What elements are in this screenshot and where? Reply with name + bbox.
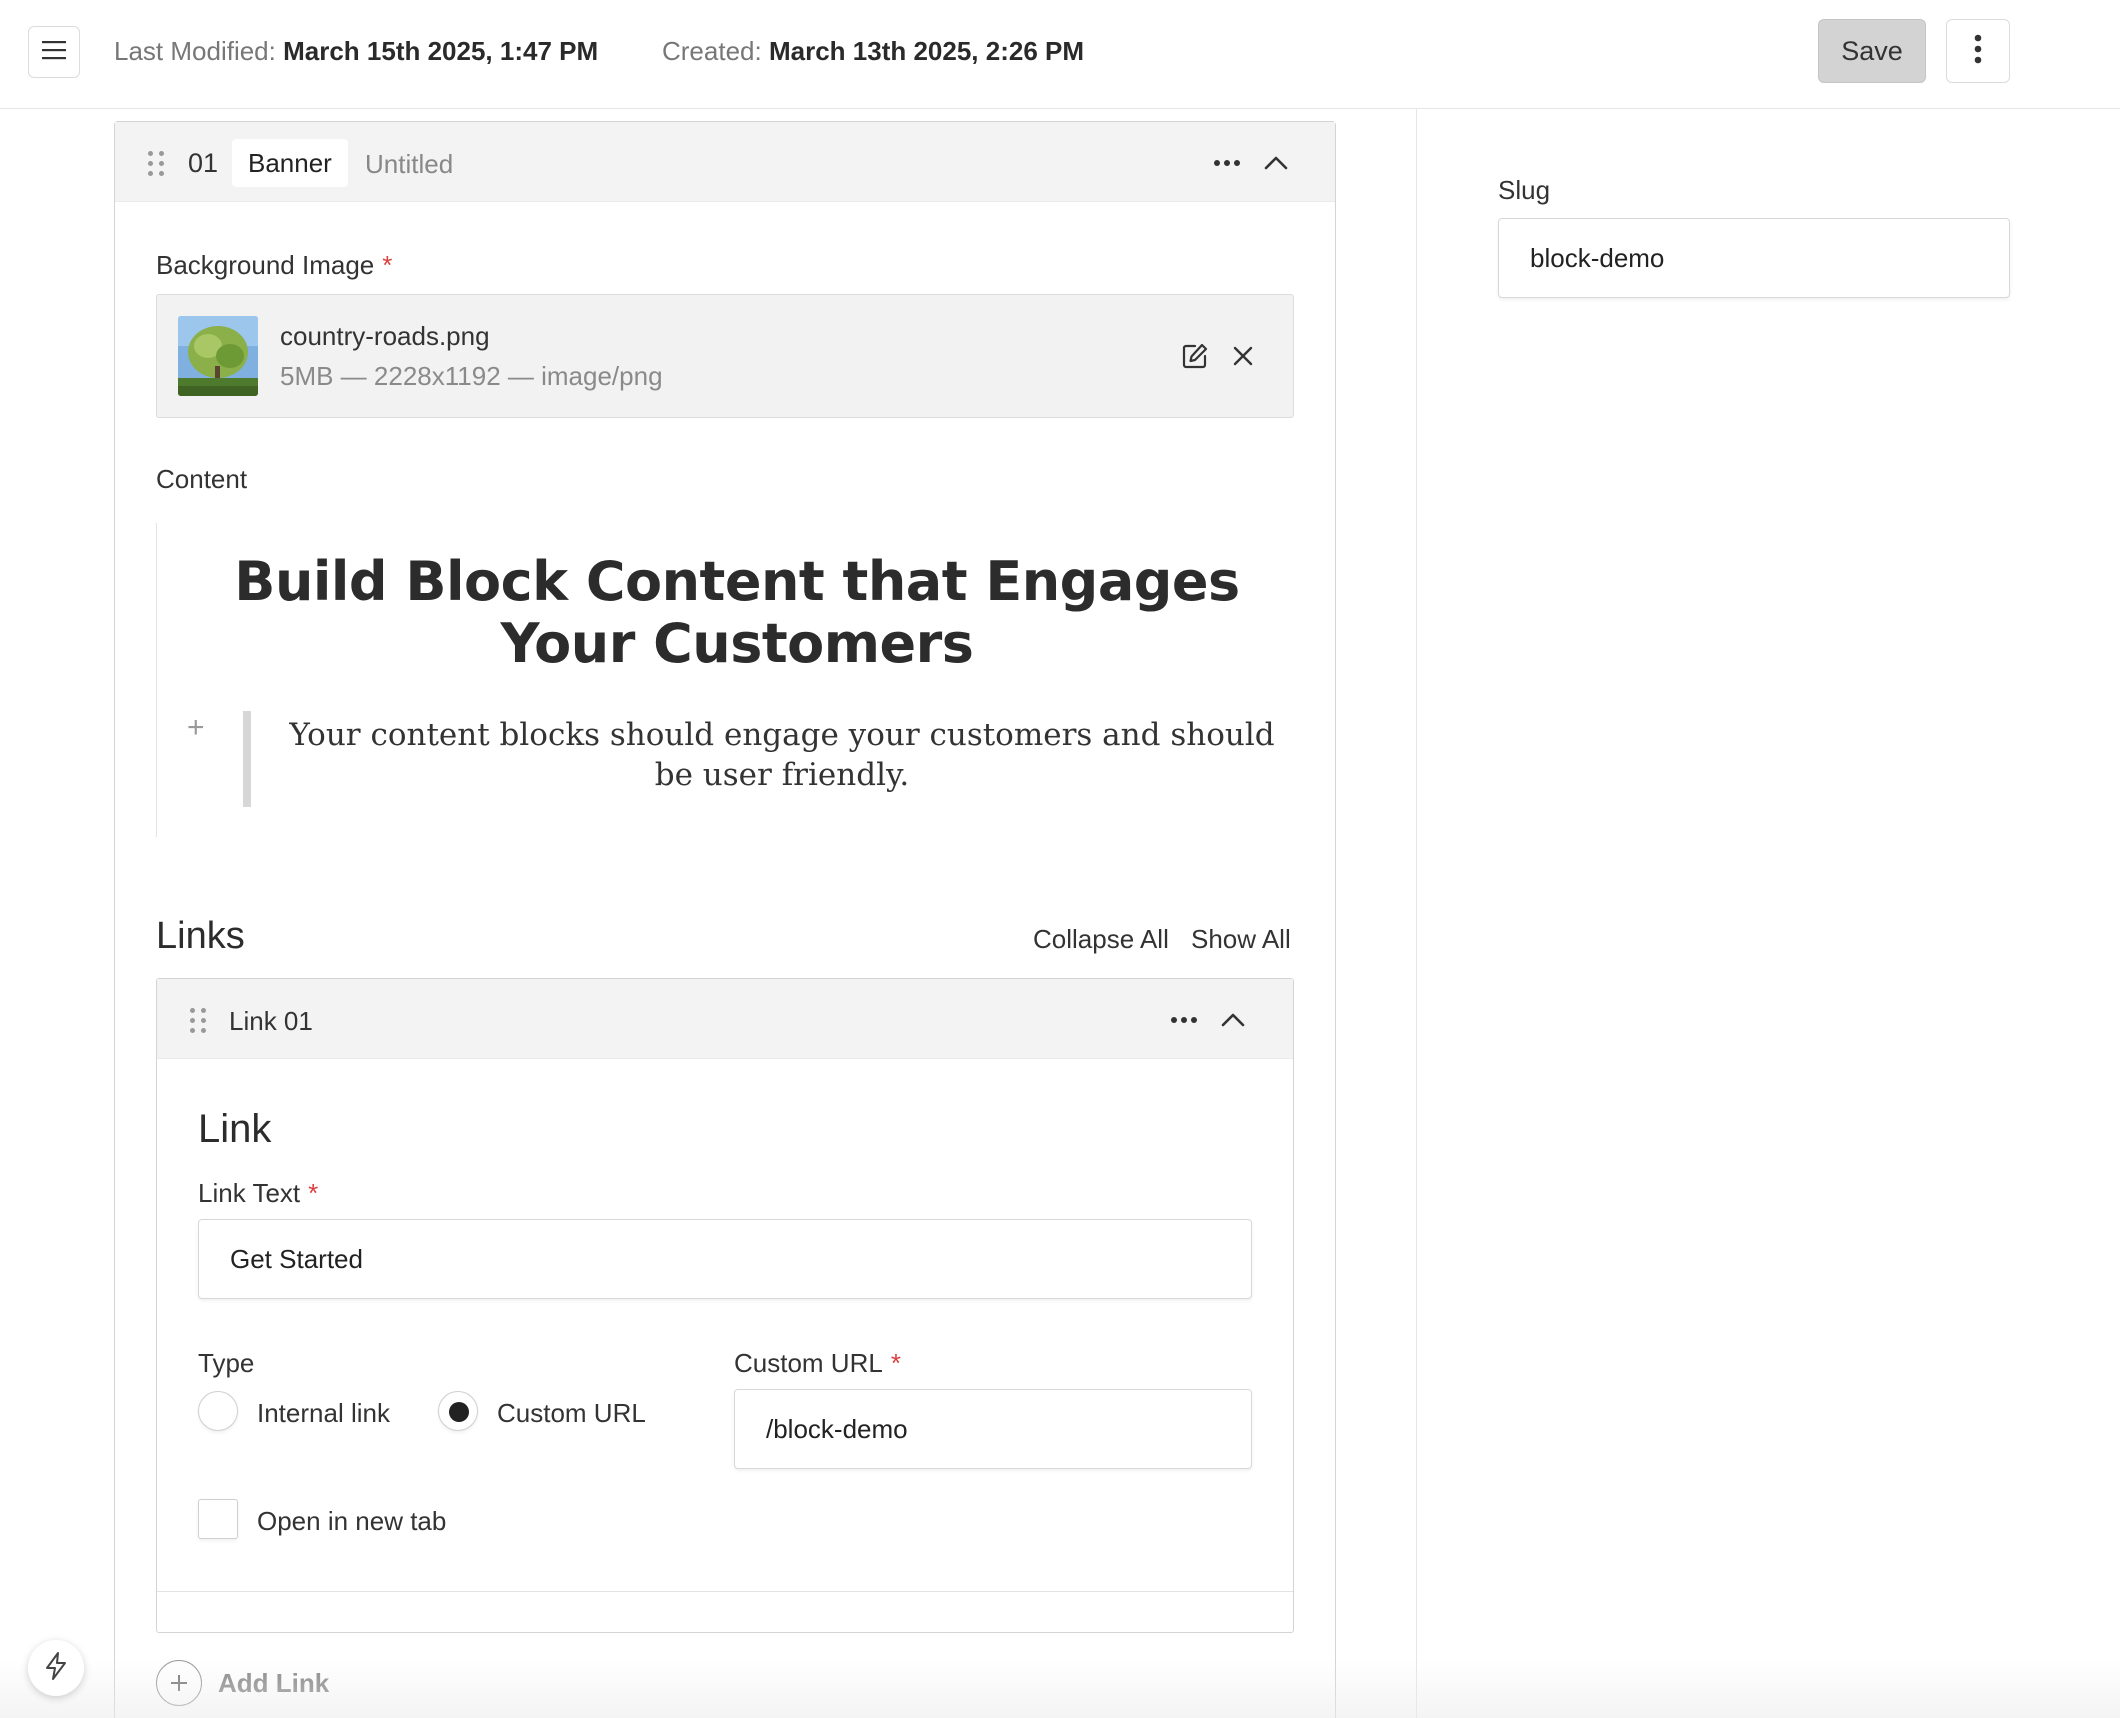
lightning-icon [44,1651,68,1686]
image-thumbnail[interactable] [178,316,258,396]
block-title: Untitled [365,149,454,179]
link-text-label: Link Text * [198,1178,319,1208]
save-button[interactable]: Save [1818,19,1926,83]
link-item-header[interactable]: Link 01 [157,979,1293,1059]
blockquote-bar [243,711,251,807]
radio-internal-link[interactable] [198,1391,238,1431]
file-name: country-roads.png [280,321,490,351]
content-heading[interactable]: Build Block Content that Engages Your Cu… [187,551,1287,675]
drag-handle-icon[interactable] [190,1008,206,1033]
card-divider [157,1591,1293,1592]
block-type-badge: Banner [232,139,348,187]
banner-block: 01 Banner Untitled Background Image * co… [114,121,1336,1718]
edit-icon[interactable] [1179,340,1211,372]
radio-custom-url[interactable] [438,1391,478,1431]
required-mark: * [890,1348,901,1378]
vertical-dots-icon [1974,34,1982,69]
open-new-tab-label[interactable]: Open in new tab [257,1506,446,1537]
file-meta: 5MB — 2228x1192 — image/png [280,361,663,391]
chevron-up-icon[interactable] [1218,1005,1248,1035]
upload-field: country-roads.png 5MB — 2228x1192 — imag… [156,294,1294,418]
open-new-tab-checkbox[interactable] [198,1499,238,1539]
last-modified-label: Last Modified: [114,36,276,66]
content-label: Content [156,464,248,494]
add-link-label: Add Link [218,1667,330,1698]
block-number: 01 [188,148,219,178]
horizontal-dots-icon[interactable] [1212,148,1242,178]
collapse-all-button[interactable]: Collapse All [1033,924,1169,955]
show-all-button[interactable]: Show All [1191,924,1291,955]
link-heading: Link [198,1107,272,1151]
radio-internal-link-label[interactable]: Internal link [257,1398,390,1429]
radio-custom-url-label[interactable]: Custom URL [497,1398,646,1429]
content-quote[interactable]: Your content blocks should engage your c… [277,715,1287,795]
slug-input[interactable]: block-demo [1498,218,2010,298]
plus-circle-icon [156,1660,202,1706]
slug-label: Slug [1498,175,1551,205]
rich-text-editor[interactable]: Build Block Content that Engages Your Cu… [156,523,1294,837]
required-mark: * [382,250,393,280]
drag-handle-icon[interactable] [148,151,164,176]
last-modified: Last Modified: March 15th 2025, 1:47 PM [114,36,598,67]
add-link-button[interactable]: Add Link [156,1660,329,1706]
last-modified-value: March 15th 2025, 1:47 PM [283,36,599,66]
created-date: Created: March 13th 2025, 2:26 PM [662,36,1084,67]
more-options-button[interactable] [1946,19,2010,83]
block-header[interactable]: 01 Banner Untitled [115,122,1335,202]
close-icon[interactable] [1229,342,1257,370]
links-title: Links [156,915,245,957]
top-bar: Last Modified: March 15th 2025, 1:47 PM … [0,0,2120,109]
created-label: Created: [662,36,762,66]
quick-actions-button[interactable] [28,1640,84,1696]
link-item: Link 01 Link Link Text * Get Started Type… [156,978,1294,1633]
type-label: Type [198,1348,255,1378]
hamburger-icon [41,39,67,66]
background-image-label: Background Image * [156,250,393,280]
menu-button[interactable] [28,26,80,78]
custom-url-label: Custom URL * [734,1348,901,1378]
horizontal-dots-icon[interactable] [1169,1005,1199,1035]
created-value: March 13th 2025, 2:26 PM [768,36,1085,66]
link-text-input[interactable]: Get Started [198,1219,1252,1299]
add-block-plus[interactable]: + [187,711,205,745]
custom-url-input[interactable]: /block-demo [734,1389,1252,1469]
sidebar-divider [1416,109,1417,1718]
required-mark: * [308,1178,319,1208]
link-item-title: Link 01 [229,1006,313,1036]
chevron-up-icon[interactable] [1261,148,1291,178]
